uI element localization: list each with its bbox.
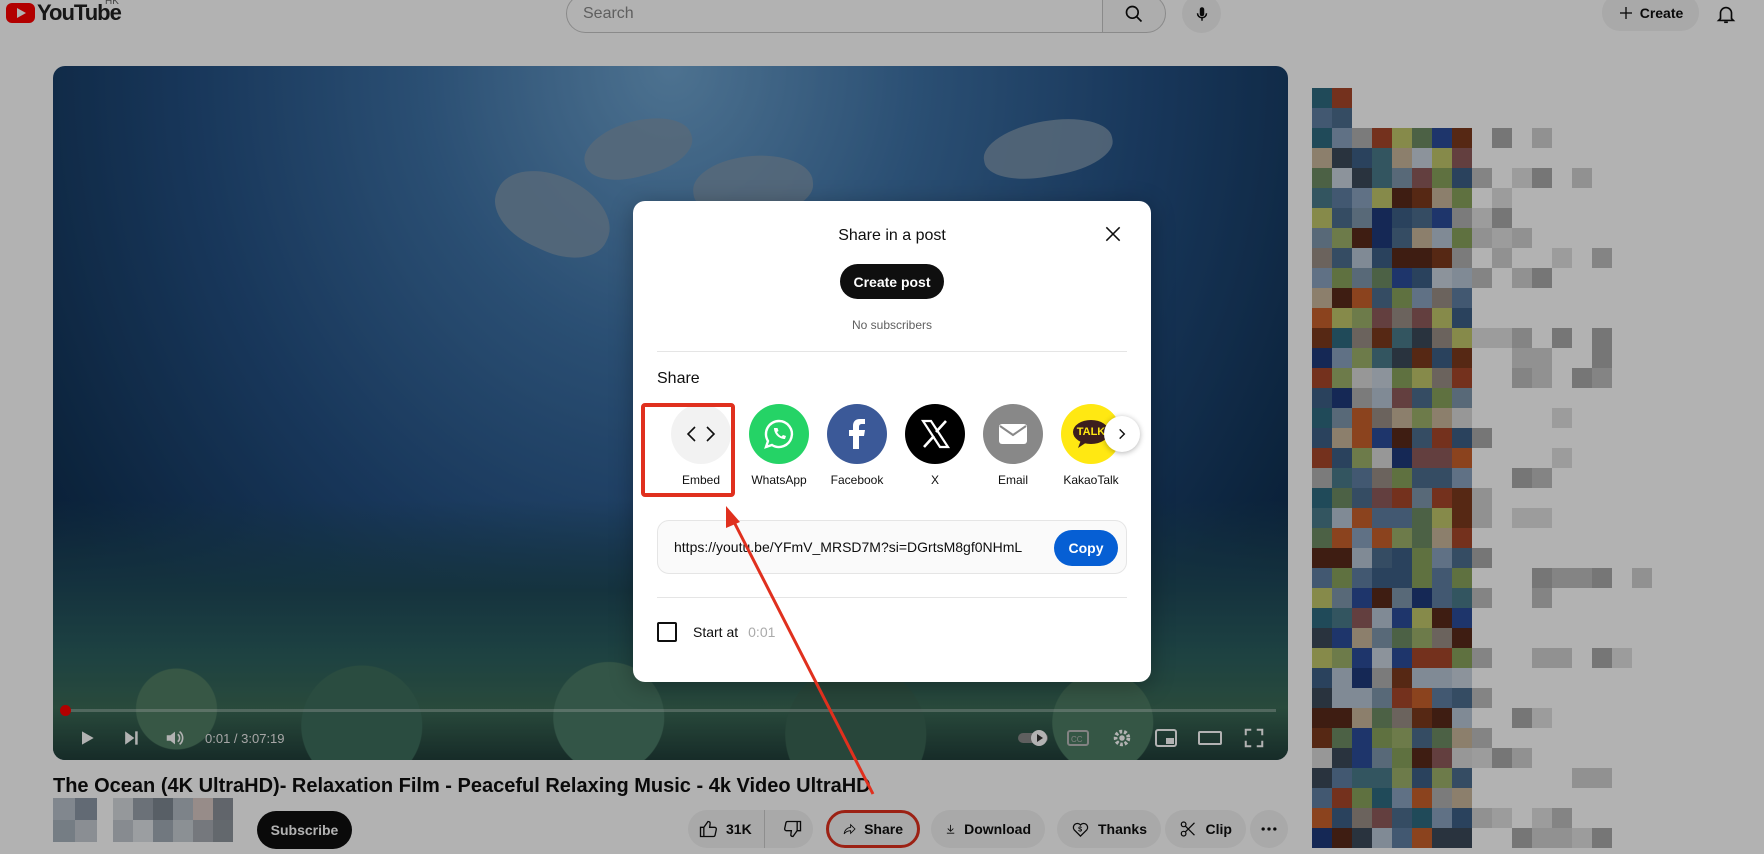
annotation-arrow [726,506,875,795]
